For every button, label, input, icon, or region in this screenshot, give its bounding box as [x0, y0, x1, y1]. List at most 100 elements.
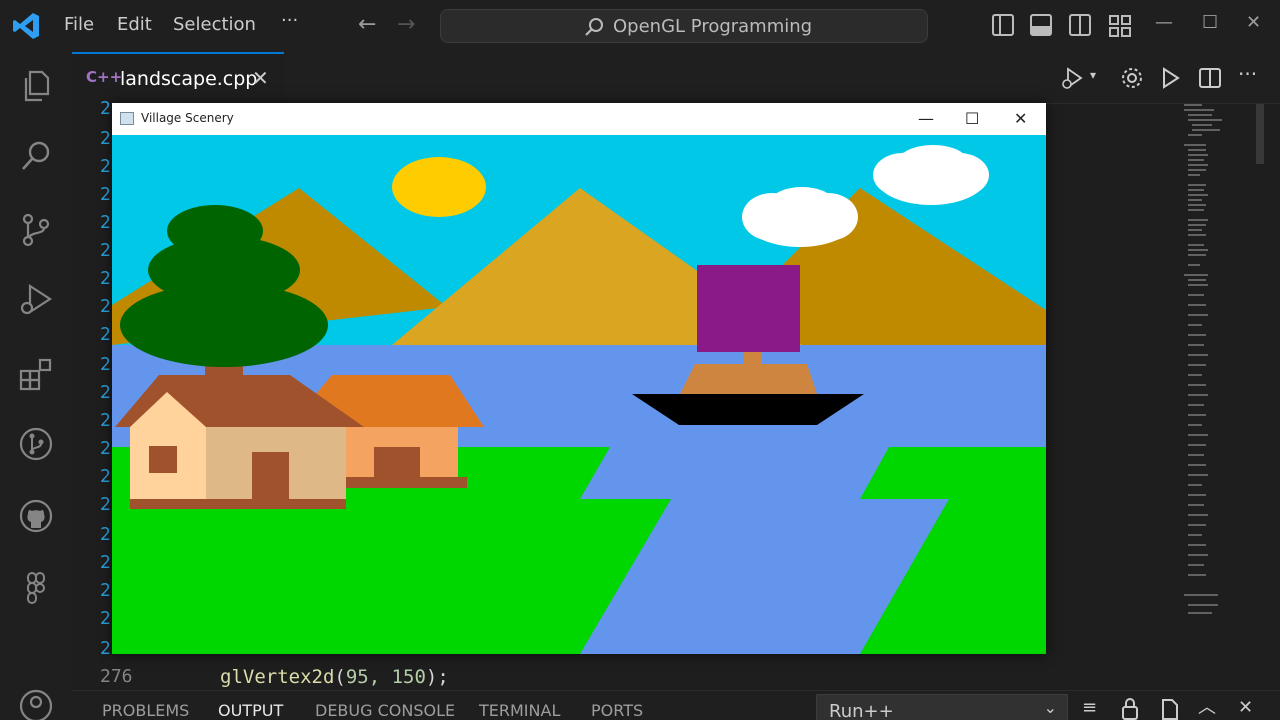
run-debug-icon[interactable]	[18, 282, 54, 318]
line-number: 2	[100, 438, 111, 459]
chevron-down-icon: ⌄	[1043, 698, 1057, 717]
boat-sail	[697, 265, 800, 352]
house-main-window	[149, 446, 177, 473]
split-editor-icon[interactable]	[1198, 66, 1222, 90]
scene-close-icon[interactable]: ✕	[1014, 109, 1027, 128]
house-main-door	[252, 452, 289, 499]
line-number: 2	[100, 128, 111, 149]
close-panel-icon[interactable]: ✕	[1238, 697, 1253, 718]
scene-minimize-icon[interactable]: —	[918, 109, 934, 128]
lock-icon[interactable]	[1120, 697, 1140, 720]
toggle-secondary-sidebar-icon[interactable]	[1069, 14, 1091, 36]
search-text: OpenGL Programming	[613, 16, 813, 37]
menu-edit[interactable]: Edit	[117, 14, 152, 35]
chevron-down-icon[interactable]: ▾	[1090, 68, 1096, 82]
toggle-panel-icon[interactable]	[1030, 14, 1052, 36]
close-window-icon[interactable]: ✕	[1246, 12, 1261, 33]
run-debug-dropdown-icon[interactable]	[1060, 66, 1084, 90]
open-output-editor-icon[interactable]	[1158, 697, 1180, 720]
village-scenery-window[interactable]: Village Scenery — ☐ ✕	[112, 103, 1046, 654]
line-number: 2	[100, 324, 111, 345]
search-icon[interactable]	[18, 138, 54, 174]
line-number: 2	[100, 240, 111, 261]
github-icon[interactable]	[18, 498, 54, 534]
line-number: 2	[100, 184, 111, 205]
search-icon	[585, 18, 603, 36]
scene-title-bar[interactable]: Village Scenery — ☐ ✕	[112, 103, 1046, 135]
panel-tab-debug-console[interactable]: DEBUG CONSOLE	[315, 701, 455, 720]
line-number: 2	[100, 156, 111, 177]
panel-tab-problems[interactable]: PROBLEMS	[102, 701, 189, 720]
scene-maximize-icon[interactable]: ☐	[965, 109, 979, 128]
cloud-center	[742, 187, 858, 247]
house-right-base	[334, 477, 467, 488]
close-tab-icon[interactable]: ✕	[252, 66, 269, 90]
line-number: 2	[100, 296, 111, 317]
source-control-icon[interactable]	[18, 212, 54, 248]
window-app-icon	[120, 112, 134, 125]
figma-icon[interactable]	[18, 570, 54, 606]
command-center-search[interactable]: OpenGL Programming	[440, 9, 928, 43]
line-number: 2	[100, 382, 111, 403]
vscode-logo-icon	[13, 13, 39, 39]
vscode-window: File Edit Selection ··· ← → OpenGL Progr…	[0, 0, 1280, 720]
opengl-canvas	[112, 135, 1046, 654]
maximize-panel-icon[interactable]: ︿	[1198, 693, 1216, 719]
code-args: 95, 150	[345, 666, 426, 688]
tab-filename: landscape.cpp	[120, 68, 258, 90]
code-paren-open: (	[334, 666, 346, 688]
back-arrow-icon[interactable]: ←	[358, 12, 376, 37]
title-bar: File Edit Selection ··· ← → OpenGL Progr…	[0, 0, 1280, 52]
output-channel-select[interactable]: Run++ ⌄	[816, 694, 1068, 720]
output-channel-value: Run++	[829, 701, 894, 720]
line-number: 2	[100, 410, 111, 431]
code-line-276: glVertex2d(95, 150);	[220, 666, 449, 688]
extensions-icon[interactable]	[18, 356, 54, 392]
bottom-panel: PROBLEMS OUTPUT DEBUG CONSOLE TERMINAL P…	[72, 690, 1280, 720]
minimap[interactable]	[1182, 104, 1242, 624]
menu-file[interactable]: File	[64, 14, 94, 35]
line-number: 2	[100, 580, 111, 601]
code-function: glVertex2d	[220, 666, 335, 688]
account-icon[interactable]	[18, 688, 54, 720]
sun	[392, 157, 486, 217]
clear-output-icon[interactable]: ≡	[1082, 697, 1097, 718]
panel-tab-output[interactable]: OUTPUT	[218, 701, 283, 720]
line-number: 2	[100, 524, 111, 545]
more-actions-icon[interactable]: ···	[1238, 62, 1262, 86]
line-number-276: 276	[100, 666, 133, 687]
line-number: 2	[100, 638, 111, 659]
line-number: 2	[100, 354, 111, 375]
panel-tab-terminal[interactable]: TERMINAL	[479, 701, 560, 720]
house-right-door	[374, 447, 420, 479]
activity-bar	[0, 52, 72, 720]
line-number: 2	[100, 608, 111, 629]
boat-cabin	[680, 364, 817, 394]
gear-icon[interactable]	[1120, 66, 1144, 90]
forward-arrow-icon[interactable]: →	[397, 12, 415, 37]
line-number: 2	[100, 268, 111, 289]
customize-layout-icon[interactable]	[1108, 14, 1132, 38]
house-main-base	[130, 499, 346, 509]
minimize-icon[interactable]: —	[1155, 12, 1173, 33]
line-number: 2	[100, 552, 111, 573]
scrollbar-thumb[interactable]	[1256, 104, 1264, 164]
boat-mast	[744, 352, 762, 364]
line-number: 2	[100, 212, 111, 233]
git-graph-icon[interactable]	[18, 426, 54, 462]
scene-window-title: Village Scenery	[141, 111, 234, 125]
line-number: 2	[100, 494, 111, 515]
explorer-icon[interactable]	[18, 68, 54, 104]
menu-more[interactable]: ···	[281, 10, 298, 31]
line-number: 2	[100, 98, 111, 119]
run-icon[interactable]	[1158, 66, 1182, 90]
menu-selection[interactable]: Selection	[173, 14, 256, 35]
tab-landscape-cpp[interactable]: C++ landscape.cpp ✕	[72, 52, 284, 104]
panel-tab-ports[interactable]: PORTS	[591, 701, 643, 720]
maximize-icon[interactable]: ☐	[1202, 12, 1218, 33]
toggle-primary-sidebar-icon[interactable]	[992, 14, 1014, 36]
code-paren-close: );	[425, 666, 449, 688]
cpp-file-icon: C++	[86, 68, 123, 86]
line-number: 2	[100, 466, 111, 487]
editor-tab-bar: C++ landscape.cpp ✕ ▾ ···	[72, 52, 1280, 104]
